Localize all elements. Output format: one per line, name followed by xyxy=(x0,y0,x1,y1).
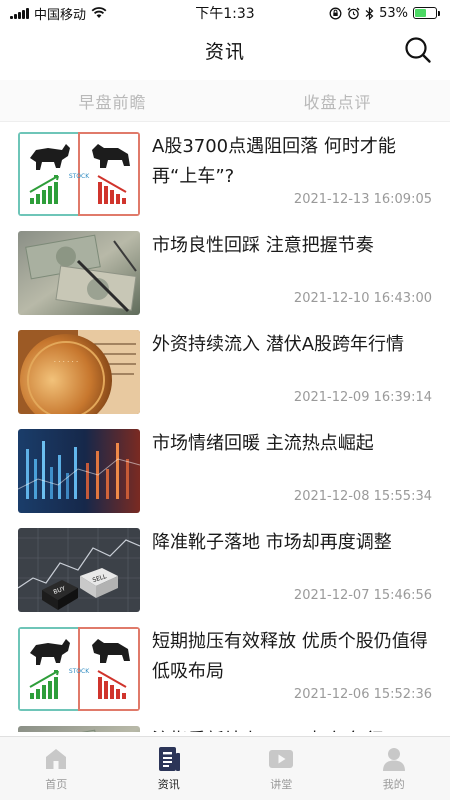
news-time: 2021-12-13 16:09:05 xyxy=(293,192,432,207)
news-title: 外资持续流入 潜伏A股跨年行情 xyxy=(152,334,405,355)
news-time: 2021-12-07 15:46:56 xyxy=(293,588,432,603)
search-icon[interactable] xyxy=(404,36,432,64)
news-title: 降准靴子落地 市场却再度调整 xyxy=(152,532,392,553)
news-item[interactable]: 市场情绪回暖 主流热点崛起 2021-12-08 15:55:34 xyxy=(0,419,450,518)
status-bar: 中国移动 下午1:33 53% xyxy=(0,0,450,26)
tabbar-item-home[interactable]: 首页 xyxy=(0,737,113,800)
bluetooth-icon xyxy=(365,6,374,20)
news-item[interactable]: · · · · · · 外资持续流入 潜伏A股跨年行情 2021-12-09 16… xyxy=(0,320,450,419)
tab-morning-preview[interactable]: 早盘前瞻 xyxy=(0,80,225,121)
video-icon xyxy=(269,750,294,768)
user-icon xyxy=(382,748,405,771)
tabbar-item-mine[interactable]: 我的 xyxy=(338,737,450,800)
news-title: 市场情绪回暖 主流热点崛起 xyxy=(152,433,374,454)
news-time: 2021-12-08 15:55:34 xyxy=(293,489,432,504)
news-title: 市场良性回踩 注意把握节奏 xyxy=(152,235,374,256)
tabbar-label: 讲堂 xyxy=(270,778,293,791)
tabbar-item-news[interactable]: 资讯 xyxy=(113,737,226,800)
status-left: 中国移动 xyxy=(10,4,107,23)
svg-text:STOCK: STOCK xyxy=(69,173,90,180)
news-item[interactable]: STOCK 短期抛压有效释放 优质个股仍值得低吸布局 2021-12-06 15:… xyxy=(0,617,450,716)
news-list: STOCK A股3700点遇阻回落 何时才能再“上车”? 2021-12-13 1… xyxy=(0,122,450,732)
news-body: 外资持续流入 潜伏A股跨年行情 2021-12-09 16:39:14 xyxy=(140,330,432,419)
svg-text:STOCK: STOCK xyxy=(69,668,90,675)
news-thumbnail xyxy=(18,231,140,315)
battery-percent: 53% xyxy=(379,5,408,21)
news-item[interactable]: STOCK A股3700点遇阻回落 何时才能再“上车”? 2021-12-13 1… xyxy=(0,122,450,221)
news-thumbnail: STOCK xyxy=(18,132,140,216)
alarm-icon xyxy=(347,7,360,19)
tab-closing-review[interactable]: 收盘点评 xyxy=(225,80,450,121)
news-icon xyxy=(158,747,180,771)
signal-icon xyxy=(10,7,29,19)
home-icon xyxy=(46,749,67,769)
news-thumbnail: STOCK xyxy=(18,627,140,711)
status-right: 53% xyxy=(329,6,440,21)
bottom-tab-bar: 首页 资讯 讲堂 我的 xyxy=(0,736,450,800)
news-thumbnail xyxy=(18,429,140,513)
news-time: 2021-12-09 16:39:14 xyxy=(293,390,432,405)
news-item[interactable]: 沪指重新站上3600点 红包行 xyxy=(0,716,450,732)
news-item[interactable]: 市场良性回踩 注意把握节奏 2021-12-10 16:43:00 xyxy=(0,221,450,320)
news-body: 沪指重新站上3600点 红包行 xyxy=(140,726,432,732)
tabbar-item-lecture[interactable]: 讲堂 xyxy=(225,737,338,800)
news-time: 2021-12-10 16:43:00 xyxy=(293,291,432,306)
news-thumbnail: BUY SELL xyxy=(18,528,140,612)
news-body: 市场情绪回暖 主流热点崛起 2021-12-08 15:55:34 xyxy=(140,429,432,518)
news-body: 市场良性回踩 注意把握节奏 2021-12-10 16:43:00 xyxy=(140,231,432,320)
svg-text:· · · · · ·: · · · · · · xyxy=(54,358,78,366)
wifi-icon xyxy=(91,7,107,18)
news-thumbnail xyxy=(18,726,140,732)
carrier-name: 中国移动 xyxy=(34,7,87,23)
rotation-lock-icon xyxy=(329,7,342,19)
segment-tabs: 早盘前瞻 收盘点评 xyxy=(0,80,450,122)
news-item[interactable]: BUY SELL 降准靴子落地 市场却再度调整 2021-12-07 15:46:… xyxy=(0,518,450,617)
news-title: 短期抛压有效释放 优质个股仍值得低吸布局 xyxy=(152,631,428,682)
news-title: A股3700点遇阻回落 何时才能再“上车”? xyxy=(152,136,396,187)
tabbar-label: 资讯 xyxy=(157,778,180,791)
battery-icon xyxy=(413,7,440,19)
news-time: 2021-12-06 15:52:36 xyxy=(293,687,432,702)
news-body: A股3700点遇阻回落 何时才能再“上车”? 2021-12-13 16:09:0… xyxy=(140,132,432,221)
nav-bar: 资讯 xyxy=(0,26,450,74)
news-thumbnail: · · · · · · xyxy=(18,330,140,414)
news-body: 降准靴子落地 市场却再度调整 2021-12-07 15:46:56 xyxy=(140,528,432,617)
news-title: 沪指重新站上3600点 红包行 xyxy=(152,726,432,732)
tabbar-label: 我的 xyxy=(382,778,405,791)
tabbar-label: 首页 xyxy=(45,778,68,791)
page-title: 资讯 xyxy=(204,40,245,63)
news-body: 短期抛压有效释放 优质个股仍值得低吸布局 2021-12-06 15:52:36 xyxy=(140,627,432,716)
